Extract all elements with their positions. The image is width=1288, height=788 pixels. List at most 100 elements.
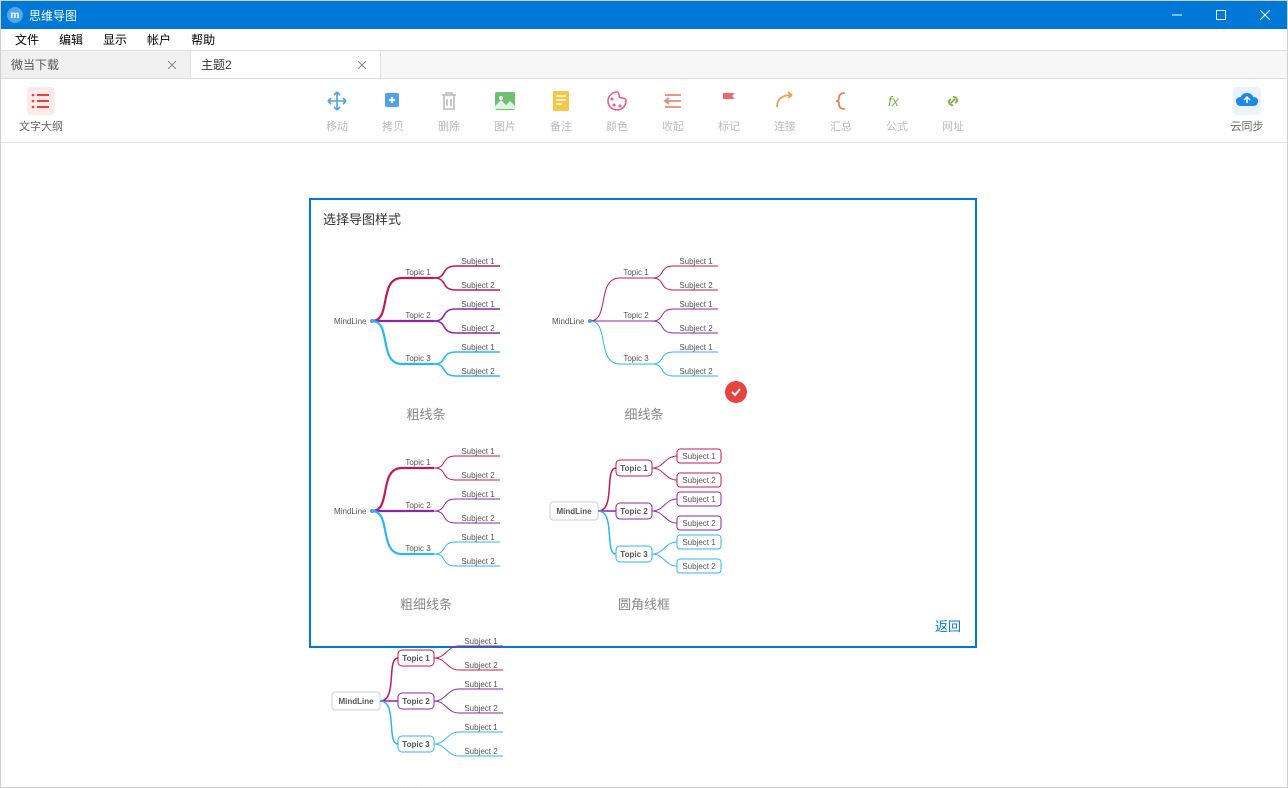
svg-text:Subject 2: Subject 2 xyxy=(679,324,713,333)
tool-label: 图片 xyxy=(494,118,516,134)
svg-text:fx: fx xyxy=(888,93,900,109)
tab-item[interactable]: 微当下载 xyxy=(1,51,191,78)
window-maximize-button[interactable] xyxy=(1199,1,1243,29)
tool-label: 颜色 xyxy=(606,118,628,134)
style-option-4[interactable]: MindLineTopic 1Subject 1Subject 2Topic 2… xyxy=(317,617,535,788)
collapse-button[interactable]: 收起 xyxy=(645,83,701,139)
style-option-1[interactable]: MindLineTopic 1Subject 1Subject 2Topic 2… xyxy=(535,237,753,427)
tool-label: 收起 xyxy=(662,118,684,134)
svg-text:Subject 2: Subject 2 xyxy=(464,661,498,670)
delete-button[interactable]: 删除 xyxy=(421,83,477,139)
svg-text:MindLine: MindLine xyxy=(552,317,585,326)
svg-text:Subject 1: Subject 1 xyxy=(682,452,716,461)
connect-icon xyxy=(771,87,799,115)
style-thumb: MindLineTopic 1Subject 1Subject 2Topic 2… xyxy=(326,626,526,776)
app-title: 思维导图 xyxy=(29,7,77,24)
svg-text:Subject 1: Subject 1 xyxy=(464,637,498,646)
tab-close-icon[interactable] xyxy=(164,57,180,73)
tool-label: 拷贝 xyxy=(382,118,404,134)
svg-text:Subject 2: Subject 2 xyxy=(461,557,495,566)
mark-button[interactable]: 标记 xyxy=(701,83,757,139)
svg-text:Subject 1: Subject 1 xyxy=(464,723,498,732)
delete-icon xyxy=(435,87,463,115)
tool-label: 公式 xyxy=(886,118,908,134)
svg-text:Subject 2: Subject 2 xyxy=(461,324,495,333)
image-button[interactable]: 图片 xyxy=(477,83,533,139)
svg-text:Subject 1: Subject 1 xyxy=(464,680,498,689)
cloud-sync-button[interactable]: 云同步 xyxy=(1219,83,1275,139)
svg-text:Subject 1: Subject 1 xyxy=(679,257,713,266)
tab-label: 微当下载 xyxy=(11,56,164,73)
style-thumb: MindLineTopic 1Subject 1Subject 2Topic 2… xyxy=(544,436,744,586)
tool-label: 汇总 xyxy=(830,118,852,134)
svg-text:MindLine: MindLine xyxy=(338,697,374,706)
canvas: 选择导图样式 MindLineTopic 1Subject 1Subject 2… xyxy=(1,143,1287,787)
selected-check-icon xyxy=(725,381,747,403)
style-caption: 圆角线框 xyxy=(618,594,670,613)
svg-text:Topic 2: Topic 2 xyxy=(405,311,431,320)
svg-text:Subject 2: Subject 2 xyxy=(461,367,495,376)
summary-button[interactable]: 汇总 xyxy=(813,83,869,139)
formula-button[interactable]: fx 公式 xyxy=(869,83,925,139)
svg-text:Subject 1: Subject 1 xyxy=(679,300,713,309)
color-button[interactable]: 颜色 xyxy=(589,83,645,139)
svg-text:Topic 1: Topic 1 xyxy=(623,268,649,277)
copy-icon xyxy=(379,87,407,115)
collapse-icon xyxy=(659,87,687,115)
svg-text:Subject 2: Subject 2 xyxy=(682,562,716,571)
app-icon: m xyxy=(7,7,23,23)
svg-text:Subject 2: Subject 2 xyxy=(461,471,495,480)
svg-text:Topic 2: Topic 2 xyxy=(405,501,431,510)
menu-help[interactable]: 帮助 xyxy=(181,29,225,50)
svg-text:Subject 2: Subject 2 xyxy=(682,476,716,485)
move-icon xyxy=(323,87,351,115)
tool-label: 标记 xyxy=(718,118,740,134)
cloud-sync-label: 云同步 xyxy=(1231,118,1264,134)
window-close-button[interactable] xyxy=(1243,1,1287,29)
menu-account[interactable]: 帐户 xyxy=(137,29,181,50)
window-minimize-button[interactable] xyxy=(1155,1,1199,29)
style-option-0[interactable]: MindLineTopic 1Subject 1Subject 2Topic 2… xyxy=(317,237,535,427)
tool-label: 网址 xyxy=(942,118,964,134)
svg-text:Topic 2: Topic 2 xyxy=(620,507,648,516)
move-button[interactable]: 移动 xyxy=(309,83,365,139)
svg-text:Subject 1: Subject 1 xyxy=(682,495,716,504)
svg-text:Subject 1: Subject 1 xyxy=(461,533,495,542)
copy-button[interactable]: 拷贝 xyxy=(365,83,421,139)
svg-text:Subject 1: Subject 1 xyxy=(682,538,716,547)
note-button[interactable]: 备注 xyxy=(533,83,589,139)
svg-text:Topic 3: Topic 3 xyxy=(405,354,431,363)
outline-icon xyxy=(27,87,55,115)
svg-text:MindLine: MindLine xyxy=(334,507,367,516)
menubar: 文件 编辑 显示 帐户 帮助 xyxy=(1,29,1287,51)
back-link[interactable]: 返回 xyxy=(935,619,961,634)
tab-item[interactable]: 主题2 xyxy=(191,51,381,78)
outline-label: 文字大纲 xyxy=(19,118,63,134)
menu-view[interactable]: 显示 xyxy=(93,29,137,50)
style-caption: 粗线条 xyxy=(406,404,445,423)
svg-text:Subject 1: Subject 1 xyxy=(461,343,495,352)
style-thumb: MindLine Topic 1 Subject 1 Subject 2 Topic 2… xyxy=(326,436,526,586)
style-picker-dialog: 选择导图样式 MindLineTopic 1Subject 1Subject 2… xyxy=(309,198,977,648)
svg-text:Subject 1: Subject 1 xyxy=(461,257,495,266)
svg-text:Topic 1: Topic 1 xyxy=(402,654,430,663)
svg-text:Subject 2: Subject 2 xyxy=(461,281,495,290)
style-option-3[interactable]: MindLineTopic 1Subject 1Subject 2Topic 2… xyxy=(535,427,753,617)
svg-text:Subject 2: Subject 2 xyxy=(464,747,498,756)
outline-button[interactable]: 文字大纲 xyxy=(13,83,69,139)
svg-text:Subject 2: Subject 2 xyxy=(679,367,713,376)
svg-text:Topic 1: Topic 1 xyxy=(405,458,431,467)
svg-text:Subject 2: Subject 2 xyxy=(461,514,495,523)
style-option-2[interactable]: MindLine Topic 1 Subject 1 Subject 2 Topic 2… xyxy=(317,427,535,617)
cloud-sync-icon xyxy=(1233,87,1261,115)
svg-text:Topic 3: Topic 3 xyxy=(405,544,431,553)
svg-text:Topic 3: Topic 3 xyxy=(623,354,649,363)
tool-label: 删除 xyxy=(438,118,460,134)
menu-edit[interactable]: 编辑 xyxy=(49,29,93,50)
tool-label: 备注 xyxy=(550,118,572,134)
url-button[interactable]: 网址 xyxy=(925,83,981,139)
tab-close-icon[interactable] xyxy=(354,57,370,73)
connect-button[interactable]: 连接 xyxy=(757,83,813,139)
url-icon xyxy=(939,87,967,115)
menu-file[interactable]: 文件 xyxy=(5,29,49,50)
